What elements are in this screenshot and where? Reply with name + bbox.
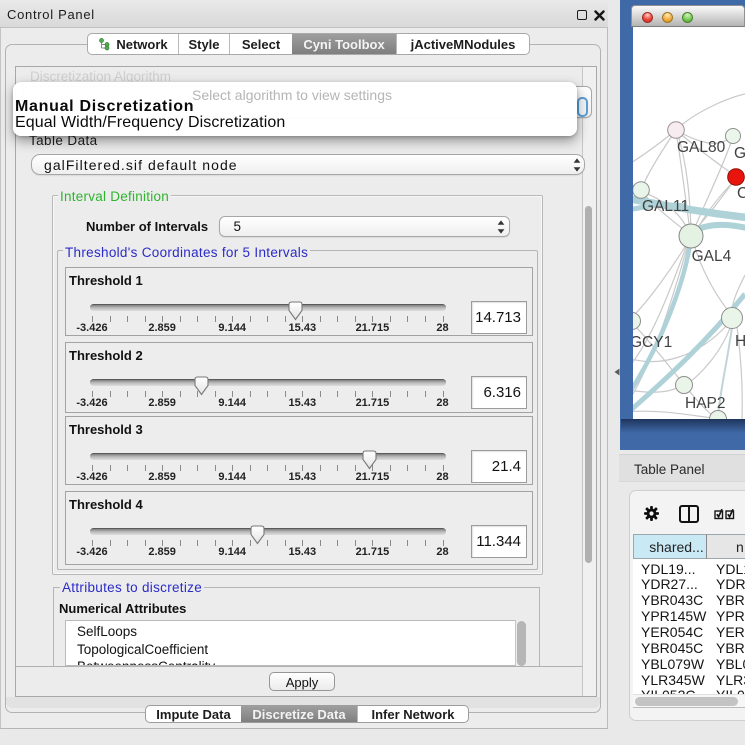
svg-text:C: C	[737, 185, 745, 202]
svg-text:GAL80: GAL80	[677, 139, 726, 156]
svg-text:GCY1: GCY1	[633, 334, 672, 351]
svg-text:H: H	[735, 333, 745, 350]
svg-text:HAP2: HAP2	[685, 395, 726, 412]
svg-text:GA: GA	[734, 145, 745, 162]
svg-text:GAL11: GAL11	[642, 198, 689, 215]
svg-text:GAL4: GAL4	[692, 248, 732, 265]
